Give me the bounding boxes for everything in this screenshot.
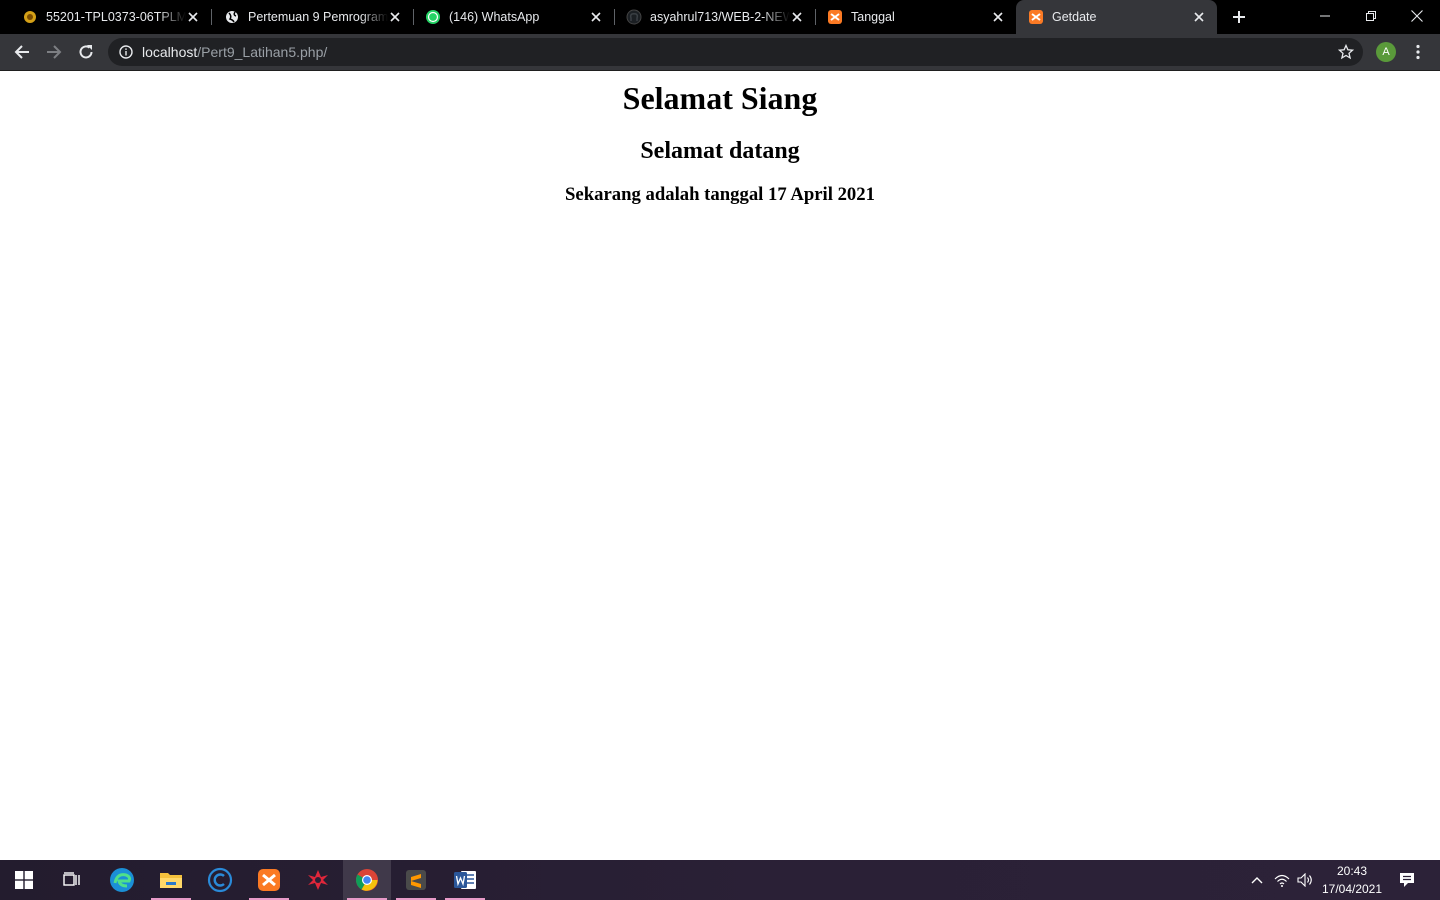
task-view-icon	[63, 872, 80, 886]
tab-title: (146) WhatsApp	[449, 10, 540, 24]
start-button[interactable]	[0, 860, 48, 900]
file-explorer-icon	[160, 873, 182, 888]
word-icon	[454, 871, 476, 889]
reload-icon	[79, 45, 93, 59]
github-icon	[626, 9, 642, 25]
browser-menu-button[interactable]	[1408, 40, 1428, 64]
xampp-icon	[1028, 9, 1044, 25]
ccleaner-app[interactable]	[196, 860, 244, 900]
clock-date: 17/04/2021	[1321, 882, 1383, 896]
task-view-button[interactable]	[48, 860, 96, 900]
arrow-right-icon	[47, 45, 62, 59]
close-icon[interactable]	[387, 9, 403, 25]
more-vert-icon	[1416, 44, 1420, 60]
tab-title: Pertemuan 9 Pemrograman	[248, 10, 388, 24]
arrow-left-icon	[14, 45, 29, 59]
profile-avatar[interactable]: A	[1376, 42, 1396, 62]
xampp-icon	[258, 869, 280, 891]
plus-icon	[1233, 11, 1245, 23]
address-bar[interactable]: localhost/Pert9_Latihan5.php/	[108, 38, 1363, 66]
red-app[interactable]	[294, 860, 342, 900]
close-icon[interactable]	[588, 9, 604, 25]
bookmark-star-icon[interactable]	[1337, 43, 1355, 61]
action-center-button[interactable]	[1396, 860, 1418, 900]
tab-3[interactable]: (146) WhatsApp	[413, 0, 615, 34]
notification-icon	[1400, 873, 1414, 887]
wifi-icon	[1274, 874, 1290, 887]
clock-time: 20:43	[1336, 864, 1368, 878]
red-app-icon	[308, 870, 328, 890]
university-icon	[22, 9, 38, 25]
whatsapp-icon	[425, 9, 441, 25]
info-icon[interactable]	[118, 44, 134, 60]
chevron-up-icon	[1251, 877, 1263, 884]
close-icon[interactable]	[185, 9, 201, 25]
xampp-app[interactable]	[245, 860, 293, 900]
back-button[interactable]	[10, 40, 34, 64]
date-heading: Sekarang adalah tanggal 17 April 2021	[565, 184, 875, 205]
restore-button[interactable]	[1348, 0, 1394, 32]
browser-tab-strip: 55201-TPL0373-06TPLM006 Pertemuan 9 Pemr…	[0, 0, 1440, 34]
windows-start-icon	[15, 871, 33, 889]
welcome-heading: Selamat datang	[640, 138, 800, 164]
close-icon[interactable]	[1191, 9, 1207, 25]
tab-6-active[interactable]: Getdate	[1016, 0, 1217, 34]
close-window-button[interactable]	[1394, 0, 1440, 32]
ccleaner-icon	[207, 867, 233, 893]
minimize-icon	[1320, 15, 1330, 17]
reload-button[interactable]	[74, 40, 98, 64]
close-icon[interactable]	[789, 9, 805, 25]
url-text[interactable]: localhost/Pert9_Latihan5.php/	[142, 44, 327, 60]
system-clock[interactable]: 20:43 17/04/2021	[1318, 862, 1386, 898]
url-path: /Pert9_Latihan5.php/	[197, 44, 328, 60]
tab-1[interactable]: 55201-TPL0373-06TPLM006	[10, 0, 212, 34]
tab-title: 55201-TPL0373-06TPLM006	[46, 10, 186, 24]
greeting-heading: Selamat Siang	[622, 80, 818, 116]
word-app[interactable]	[441, 860, 489, 900]
edge-app[interactable]	[98, 860, 146, 900]
browser-toolbar: localhost/Pert9_Latihan5.php/	[0, 34, 1440, 71]
file-explorer-app[interactable]	[147, 860, 195, 900]
globe-icon	[224, 9, 240, 25]
tab-2[interactable]: Pertemuan 9 Pemrograman	[212, 0, 414, 34]
show-hidden-icons-button[interactable]	[1247, 860, 1267, 900]
page-content: Selamat Siang Selamat datang Sekarang ad…	[0, 71, 1440, 860]
edge-icon	[110, 868, 134, 892]
chrome-app[interactable]	[343, 860, 391, 900]
tab-4[interactable]: asyahrul713/WEB-2-NEW	[614, 0, 816, 34]
windows-taskbar: 20:43 17/04/2021	[0, 860, 1440, 900]
speaker-icon	[1297, 873, 1312, 887]
tab-5[interactable]: Tanggal	[815, 0, 1016, 34]
volume-button[interactable]	[1295, 860, 1315, 900]
chrome-icon	[356, 869, 378, 891]
tab-title: asyahrul713/WEB-2-NEW	[650, 10, 790, 24]
restore-icon	[1366, 11, 1376, 21]
minimize-button[interactable]	[1302, 0, 1348, 32]
tab-title: Tanggal	[851, 10, 895, 24]
forward-button[interactable]	[42, 40, 66, 64]
sublime-text-app[interactable]	[392, 860, 440, 900]
close-icon[interactable]	[990, 9, 1006, 25]
url-host: localhost	[142, 44, 198, 60]
xampp-icon	[827, 9, 843, 25]
tab-title: Getdate	[1052, 10, 1097, 24]
network-button[interactable]	[1272, 860, 1292, 900]
sublime-text-icon	[406, 870, 426, 890]
close-icon	[1411, 10, 1423, 22]
new-tab-button[interactable]	[1229, 7, 1249, 27]
